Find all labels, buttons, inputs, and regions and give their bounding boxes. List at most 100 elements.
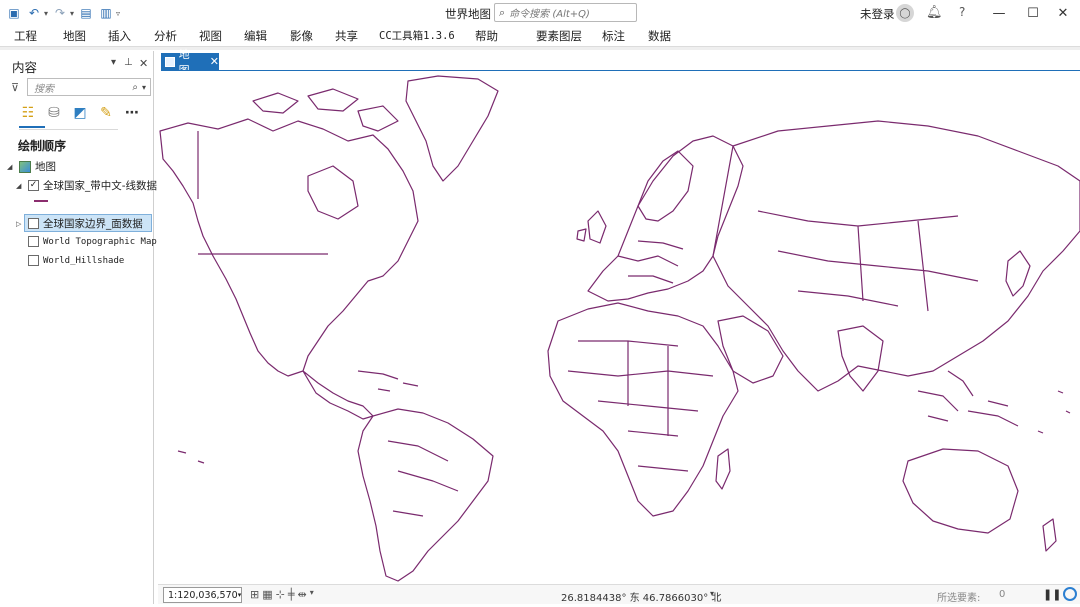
navigation-icon[interactable]: ⇹ bbox=[297, 588, 306, 601]
pause-drawing-icon[interactable]: ❚❚ bbox=[1043, 588, 1061, 601]
status-bar-tools: ⊞ ▦ ⊹ ╪ ⇹ ▾ bbox=[250, 588, 314, 601]
tab-analysis[interactable]: 分析 bbox=[154, 28, 177, 44]
layer-visibility-checkbox[interactable] bbox=[28, 218, 39, 229]
india-outline bbox=[837, 325, 884, 392]
collapse-arrow-icon[interactable]: ◢ bbox=[16, 182, 24, 190]
tools-dropdown-icon[interactable]: ▾ bbox=[310, 588, 314, 601]
sign-in-status[interactable]: 未登录 bbox=[860, 6, 895, 22]
tab-edit[interactable]: 编辑 bbox=[244, 28, 267, 44]
grid-icon[interactable]: ▦ bbox=[262, 588, 272, 601]
arabia-outline bbox=[717, 315, 784, 384]
coordinate-format-dropdown-icon[interactable]: ▾ bbox=[710, 589, 714, 598]
tab-insert[interactable]: 插入 bbox=[108, 28, 131, 44]
tab-share[interactable]: 共享 bbox=[335, 28, 358, 44]
pin-icon[interactable]: ⊥ bbox=[124, 57, 133, 68]
layer-name: World Topographic Map bbox=[43, 236, 157, 247]
redo-dropdown-icon[interactable]: ▾ bbox=[70, 9, 74, 18]
window-title: 世界地图 bbox=[445, 7, 491, 21]
pane-options-chevron-icon[interactable]: ▾ bbox=[111, 57, 116, 68]
arctic-islands-outline bbox=[252, 88, 399, 132]
central-america-outline bbox=[302, 370, 374, 420]
command-search-input[interactable]: ⌕ 命令搜索 (Alt+Q) bbox=[494, 3, 637, 22]
fixed-zoom-icon[interactable]: ⊞ bbox=[250, 588, 259, 601]
asia-borders bbox=[757, 210, 979, 312]
tab-project[interactable]: 工程 bbox=[14, 28, 37, 44]
tab-imagery[interactable]: 影像 bbox=[290, 28, 313, 44]
layer-visibility-checkbox[interactable] bbox=[28, 236, 39, 247]
snapping-icon[interactable]: ⊹ bbox=[276, 588, 285, 601]
layer-item[interactable]: ▷ 全球国家边界_面数据 bbox=[16, 216, 143, 231]
layer-item[interactable]: World_Hillshade bbox=[16, 255, 124, 266]
north-america-outline bbox=[159, 118, 419, 377]
search-icon: ⌕ bbox=[132, 81, 138, 93]
open-folder-icon[interactable]: ▤ bbox=[78, 5, 94, 21]
layer-item[interactable]: World Topographic Map bbox=[16, 236, 157, 247]
tab-cc-toolbox[interactable]: CC工具箱1.3.6 bbox=[379, 28, 455, 43]
scale-dropdown-icon[interactable]: ▾ bbox=[238, 591, 242, 599]
map-view-tab[interactable]: 地图 ✕ bbox=[161, 48, 219, 77]
tab-labeling[interactable]: 标注 bbox=[602, 28, 625, 44]
expand-arrow-icon[interactable]: ▷ bbox=[16, 220, 24, 228]
constraint-icon[interactable]: ╪ bbox=[288, 588, 295, 601]
undo-icon[interactable]: ↶ bbox=[26, 5, 42, 21]
search-icon: ⌕ bbox=[499, 5, 506, 19]
tab-map[interactable]: 地图 bbox=[63, 28, 86, 44]
map-canvas[interactable] bbox=[158, 71, 1080, 584]
caribbean-islands-outline bbox=[357, 370, 419, 392]
tab-feature-layer[interactable]: 要素图层 bbox=[536, 28, 582, 44]
close-pane-icon[interactable]: ✕ bbox=[139, 57, 148, 70]
close-tab-icon[interactable]: ✕ bbox=[210, 55, 219, 68]
tab-help[interactable]: 帮助 bbox=[475, 28, 498, 44]
filter-icon[interactable]: ⊽ bbox=[11, 81, 19, 94]
minimize-button[interactable]: — bbox=[982, 2, 1016, 24]
scandinavia-outline bbox=[637, 150, 694, 222]
hudson-bay bbox=[307, 165, 359, 220]
editing-view-icon[interactable]: ✎ bbox=[97, 104, 115, 122]
contents-search-placeholder: 搜索 bbox=[34, 83, 54, 95]
layer-item[interactable]: ◢ ✓ 全球国家_带中文-线数据 bbox=[16, 178, 157, 193]
help-icon[interactable]: ? bbox=[959, 5, 965, 19]
drawing-order-icon[interactable]: ☷ bbox=[19, 104, 37, 122]
ribbon-collapsed-divider bbox=[0, 46, 1080, 50]
project-icon[interactable]: ▣ bbox=[6, 5, 22, 21]
layer-name: 全球国家_带中文-线数据 bbox=[43, 180, 158, 192]
save-icon[interactable]: ▥ bbox=[98, 5, 114, 21]
tab-data[interactable]: 数据 bbox=[648, 28, 671, 44]
british-isles-outline bbox=[576, 210, 607, 244]
layer-name: 全球国家边界_面数据 bbox=[43, 218, 143, 230]
selection-view-icon[interactable]: ◩ bbox=[71, 104, 89, 122]
map-tree-node[interactable]: ◢ 地图 bbox=[7, 159, 56, 174]
tab-view[interactable]: 视图 bbox=[199, 28, 222, 44]
line-symbol-swatch[interactable] bbox=[34, 200, 48, 202]
scale-selector[interactable]: 1:120,036,570 ▾ bbox=[163, 587, 242, 603]
view-toolbar-divider bbox=[19, 129, 118, 130]
data-source-icon[interactable]: ⛁ bbox=[45, 104, 63, 122]
notification-bell-icon[interactable]: 🔔︎ bbox=[926, 5, 943, 20]
command-search-placeholder: 命令搜索 (Alt+Q) bbox=[509, 9, 590, 20]
search-options-dropdown-icon[interactable]: ▾ bbox=[142, 83, 146, 92]
map-icon bbox=[19, 160, 31, 173]
south-america-borders bbox=[387, 440, 459, 517]
redo-icon[interactable]: ↷ bbox=[52, 5, 68, 21]
layer-visibility-checkbox[interactable]: ✓ bbox=[28, 180, 39, 191]
new-zealand-outline bbox=[1042, 518, 1057, 552]
user-avatar-icon[interactable]: ◯ bbox=[896, 4, 914, 22]
layer-visibility-checkbox[interactable] bbox=[28, 255, 39, 266]
title-bar: ▣ ↶ ▾ ↷ ▾ ▤ ▥ ▿ 世界地图 ⌕ 命令搜索 (Alt+Q) 未登录 … bbox=[0, 0, 1080, 26]
more-options-icon[interactable]: ⋯ bbox=[123, 104, 141, 122]
south-america-outline bbox=[357, 408, 494, 582]
ribbon-tabs: 工程 地图 插入 分析 视图 编辑 影像 共享 CC工具箱1.3.6 帮助 要素… bbox=[0, 26, 1080, 46]
selected-features-count: 0 bbox=[999, 589, 1006, 600]
close-window-button[interactable]: ✕ bbox=[1046, 2, 1080, 24]
refresh-icon[interactable] bbox=[1063, 587, 1077, 601]
undo-dropdown-icon[interactable]: ▾ bbox=[44, 9, 48, 18]
drawing-order-heading: 绘制顺序 bbox=[18, 139, 67, 153]
japan-outline bbox=[1005, 250, 1031, 297]
customize-icon[interactable]: ▿ bbox=[116, 9, 120, 18]
collapse-arrow-icon[interactable]: ◢ bbox=[7, 163, 15, 171]
contents-pane: 内容 ▾ ⊥ ✕ ⊽ 搜索 ⌕ ▾ ☷ ⛁ ◩ ✎ ⋯ 绘制顺序 ◢ 地图 ◢ … bbox=[3, 51, 157, 604]
map-view: 地图 ✕ bbox=[158, 48, 1080, 604]
world-map-outlines bbox=[159, 75, 1080, 582]
contents-search-input[interactable]: 搜索 ⌕ ▾ bbox=[27, 78, 151, 96]
maximize-button[interactable]: ☐ bbox=[1016, 2, 1050, 24]
